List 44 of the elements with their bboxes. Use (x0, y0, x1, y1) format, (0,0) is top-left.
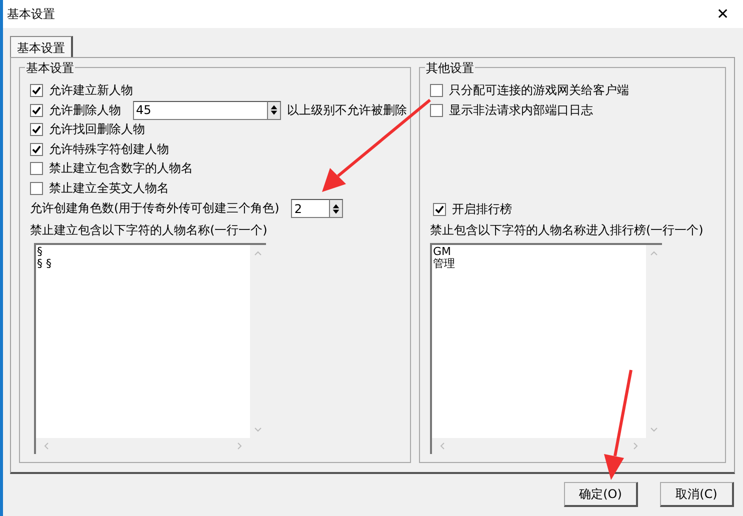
dialog-button[interactable]: 取消(C) (660, 482, 734, 507)
chevron-left-icon[interactable] (44, 442, 49, 450)
chevron-down-icon[interactable] (650, 427, 658, 432)
checkbox[interactable] (30, 104, 43, 117)
checkbox[interactable] (30, 123, 43, 136)
up-down-arrows-icon (332, 202, 340, 215)
number-field[interactable]: 45 (133, 100, 267, 120)
checkbox[interactable] (433, 203, 446, 216)
tab[interactable]: 基本设置 (10, 36, 73, 57)
checkbox[interactable] (430, 104, 443, 117)
field-label: 以上级别不允许被删除 (287, 102, 407, 119)
checkbox[interactable] (30, 182, 43, 195)
close-button[interactable]: ✕ (703, 0, 743, 28)
checkbox[interactable] (30, 162, 43, 176)
spin-button[interactable] (329, 199, 344, 218)
checkbox-label: 允许删除人物 (49, 102, 121, 119)
field-label: 允许创建角色数(用于传奇外传可创建三个角色) (30, 200, 280, 218)
chevron-down-icon[interactable] (254, 427, 262, 432)
spin-button[interactable] (267, 100, 281, 120)
number-field[interactable]: 2 (291, 199, 330, 218)
dialog-button[interactable]: 确定(O) (564, 482, 638, 507)
checkbox[interactable] (430, 84, 443, 98)
checkbox-label: 允许建立新人物 (49, 82, 133, 100)
checkbox-label: 允许找回删除人物 (49, 121, 145, 138)
chevron-left-icon[interactable] (440, 442, 445, 450)
checkbox-label: 允许特殊字符创建人物 (49, 140, 169, 158)
checkbox[interactable] (30, 84, 43, 98)
checkbox-label: 显示非法请求内部端口日志 (449, 102, 593, 119)
field-label: 禁止包含以下字符的人物名称进入排行榜(一行一个) (430, 222, 704, 240)
checkbox-label: 禁止建立包含数字的人物名 (49, 160, 193, 178)
group-title: 其他设置 (425, 60, 475, 77)
chevron-right-icon[interactable] (237, 442, 242, 450)
chevron-right-icon[interactable] (633, 442, 638, 450)
list-field[interactable]: GM 管理 (430, 243, 662, 454)
checkbox[interactable] (30, 142, 43, 156)
chevron-up-icon[interactable] (650, 251, 658, 256)
field-label: 禁止建立包含以下字符的人物名称(一行一个) (30, 222, 268, 238)
list-field[interactable]: § § § (34, 242, 266, 454)
checkbox-label: 禁止建立全英文人物名 (49, 180, 169, 197)
checkbox-label: 开启排行榜 (452, 201, 512, 218)
up-down-arrows-icon (270, 104, 278, 116)
checkbox-label: 只分配可连接的游戏网关给客户端 (449, 82, 629, 100)
window-title: 基本设置 (7, 6, 55, 22)
chevron-up-icon[interactable] (254, 250, 262, 256)
